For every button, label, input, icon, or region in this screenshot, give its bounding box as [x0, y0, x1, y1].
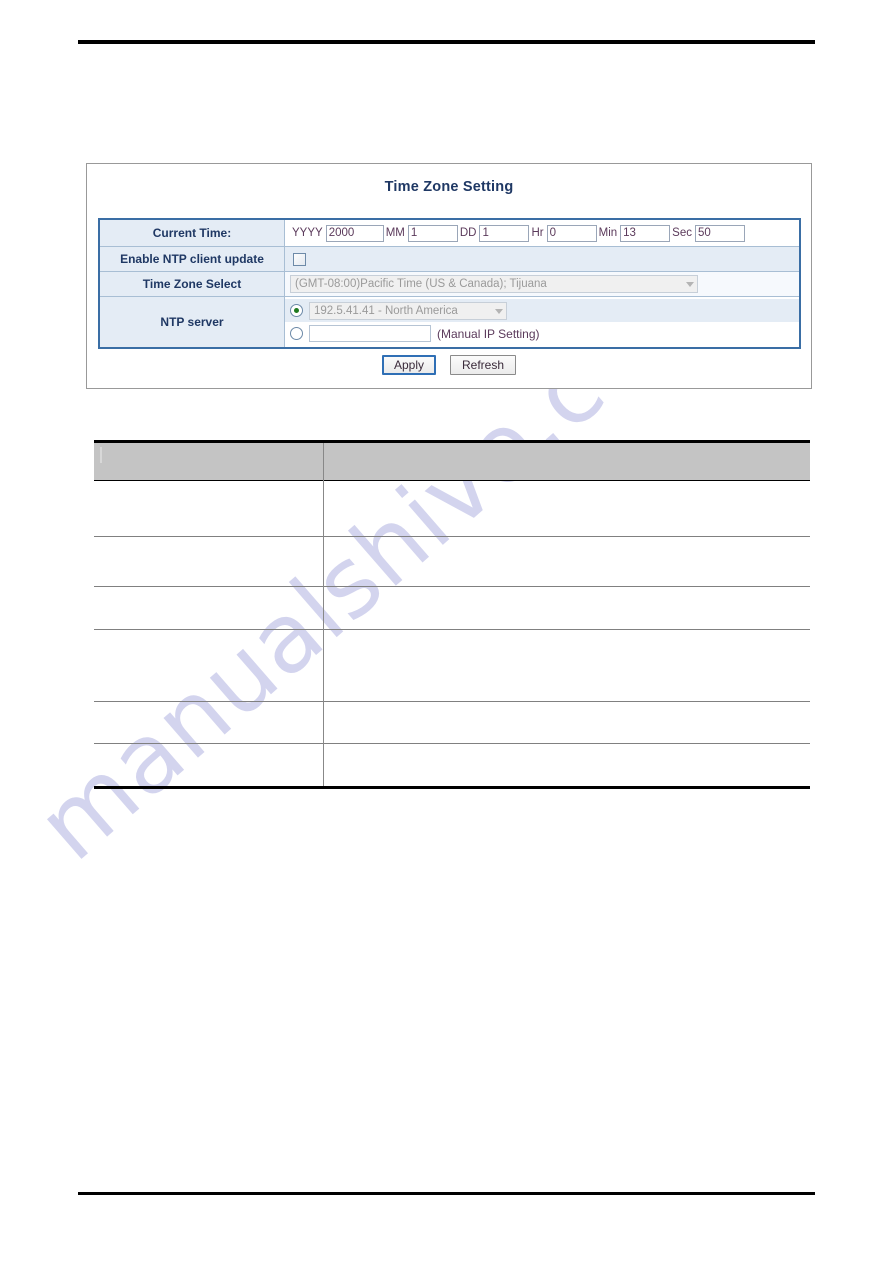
row-ntp-server: NTP server 192.5.41.41 - North America (… [100, 297, 799, 347]
label-hr: Hr [531, 227, 544, 239]
month-input[interactable] [407, 224, 458, 242]
column-header-description [323, 441, 810, 481]
time-zone-select[interactable]: (GMT-08:00)Pacific Time (US & Canada); T… [290, 275, 698, 293]
apply-button[interactable]: Apply [381, 355, 436, 375]
ntp-server-selected-value: 192.5.41.41 - North America [314, 304, 458, 317]
page-title: Time Zone Setting [384, 179, 514, 195]
ntp-preset-radio[interactable] [290, 304, 303, 317]
second-input[interactable] [694, 224, 745, 242]
time-zone-setting-screenshot: Time Zone Setting Current Time: YYYY MM … [86, 163, 812, 389]
table-row [94, 536, 811, 587]
refresh-button[interactable]: Refresh [450, 355, 517, 375]
cell-item [94, 586, 324, 630]
label-dd: DD [459, 227, 477, 239]
ntp-manual-ip-input[interactable] [309, 325, 431, 342]
table-row [94, 743, 811, 788]
label-ntp-server: NTP server [100, 297, 285, 347]
ntp-manual-option-row: (Manual IP Setting) [285, 322, 799, 345]
form-button-bar: Apply Refresh [87, 355, 811, 375]
row-enable-ntp: Enable NTP client update [100, 247, 799, 272]
time-zone-selected-value: (GMT-08:00)Pacific Time (US & Canada); T… [295, 278, 547, 290]
chevron-down-icon [686, 282, 694, 287]
minute-input[interactable] [620, 224, 671, 242]
label-mm: MM [385, 227, 405, 239]
cell-description [324, 587, 811, 630]
ntp-server-cell: 192.5.41.41 - North America (Manual IP S… [285, 297, 799, 347]
cell-description [324, 630, 811, 702]
cell-description [324, 481, 811, 537]
day-input[interactable] [479, 224, 530, 242]
table-head [94, 441, 810, 481]
row-current-time: Current Time: YYYY MM DD Hr Min Sec [100, 220, 799, 247]
cell-description [324, 702, 811, 744]
cell-item [94, 480, 324, 537]
year-input[interactable] [325, 224, 384, 242]
description-table [94, 440, 810, 789]
cell-item [94, 701, 324, 744]
label-current-time: Current Time: [100, 220, 285, 246]
page-footer-rule [78, 1192, 815, 1195]
chevron-down-icon [495, 308, 503, 314]
cell-item [94, 536, 324, 587]
cell-item [94, 743, 324, 788]
table-header-row [94, 441, 810, 481]
time-zone-form: Current Time: YYYY MM DD Hr Min Sec Enab… [98, 218, 801, 349]
label-enable-ntp: Enable NTP client update [100, 247, 285, 271]
current-time-fields: YYYY MM DD Hr Min Sec [285, 220, 799, 246]
table-row [94, 701, 811, 744]
label-yyyy: YYYY [292, 227, 323, 239]
label-time-zone-select: Time Zone Select [100, 272, 285, 296]
enable-ntp-checkbox[interactable] [293, 252, 306, 266]
ntp-server-select[interactable]: 192.5.41.41 - North America [309, 301, 507, 320]
column-header-item [94, 441, 324, 481]
table-body [94, 480, 811, 788]
row-time-zone-select: Time Zone Select (GMT-08:00)Pacific Time… [100, 272, 799, 297]
page-header-rule [78, 40, 815, 44]
enable-ntp-cell [285, 247, 799, 271]
ntp-manual-radio[interactable] [290, 327, 303, 340]
time-zone-select-cell: (GMT-08:00)Pacific Time (US & Canada); T… [285, 272, 799, 296]
cell-description [324, 744, 811, 788]
table-row [94, 586, 811, 630]
cell-item [94, 629, 324, 702]
label-min: Min [598, 227, 618, 239]
table-row [94, 480, 811, 537]
label-sec: Sec [672, 227, 692, 239]
hour-input[interactable] [546, 224, 597, 242]
header-tick-mark [100, 447, 102, 463]
ntp-preset-option-row: 192.5.41.41 - North America [285, 299, 799, 322]
cell-description [324, 537, 811, 587]
manual-ip-note: (Manual IP Setting) [437, 326, 540, 341]
table-row [94, 629, 811, 702]
